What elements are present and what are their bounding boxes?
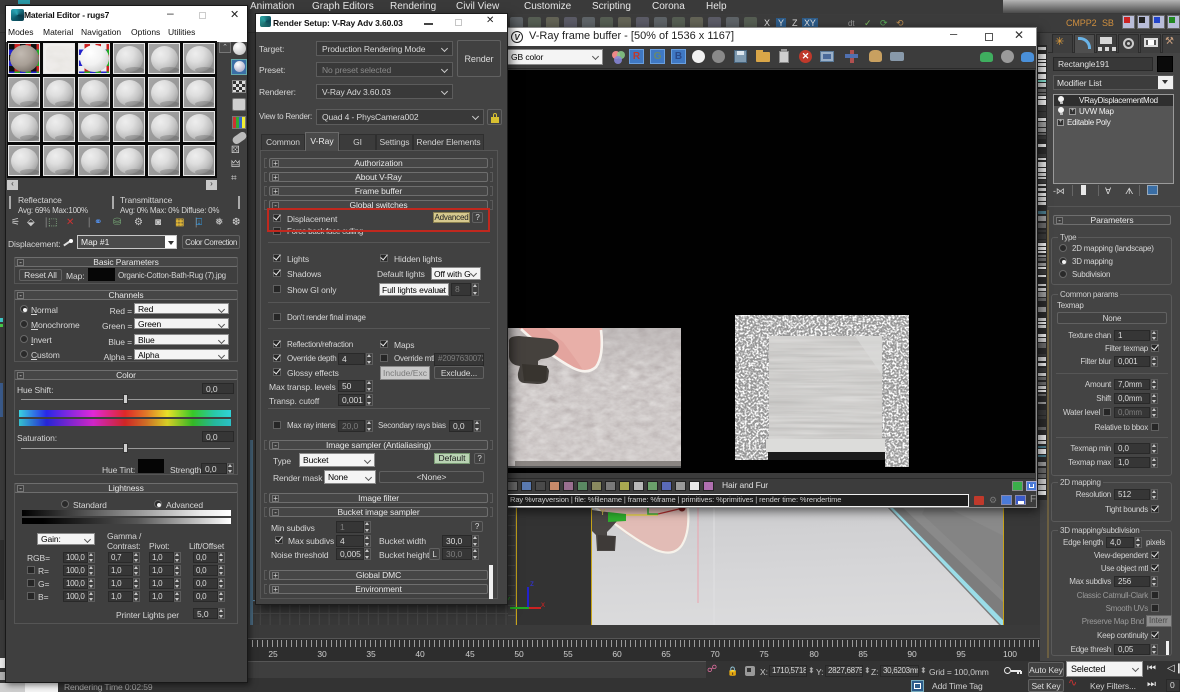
svg-text:Y: Y bbox=[600, 508, 606, 517]
